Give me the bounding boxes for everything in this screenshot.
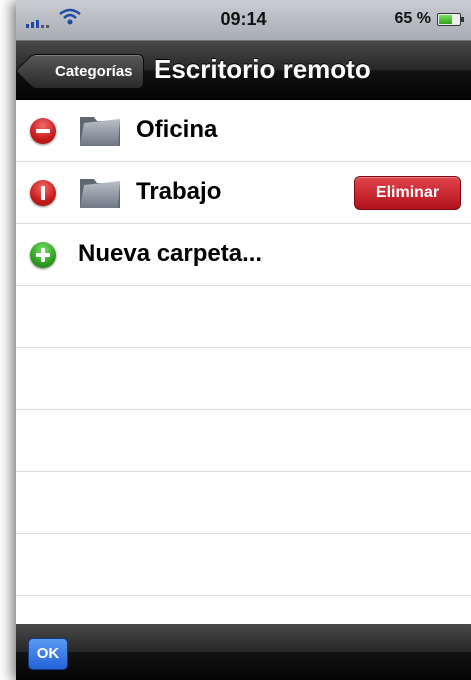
- bottom-toolbar: OK: [16, 624, 471, 680]
- back-button-label: Categorías: [55, 63, 133, 80]
- battery-percent: 65 %: [394, 10, 431, 27]
- status-bar: 09:14 65 %: [16, 0, 471, 41]
- empty-row: [16, 286, 471, 348]
- list-item-label: Trabajo: [136, 178, 222, 205]
- list-item-trabajo[interactable]: Trabajo Eliminar: [16, 162, 471, 224]
- eliminar-button[interactable]: Eliminar: [354, 176, 461, 210]
- empty-row: [16, 534, 471, 596]
- battery-icon: [437, 13, 464, 26]
- delete-confirm-icon[interactable]: [30, 180, 56, 206]
- empty-row: [16, 410, 471, 472]
- page-title: Escritorio remoto: [154, 54, 371, 84]
- navigation-bar: Categorías Escritorio remoto: [16, 41, 471, 100]
- insert-plus-icon[interactable]: [30, 242, 56, 268]
- ok-button[interactable]: OK: [28, 638, 68, 670]
- empty-row: [16, 472, 471, 534]
- back-button-categorias[interactable]: Categorías: [30, 54, 144, 89]
- folder-list: Oficina Trabajo Eliminar Nueva carpeta..…: [16, 100, 471, 596]
- list-item-oficina[interactable]: Oficina: [16, 100, 471, 162]
- delete-minus-icon[interactable]: [30, 118, 56, 144]
- folder-icon: [80, 117, 120, 146]
- folder-icon: [80, 179, 120, 208]
- phone-screen: 09:14 65 % Categorías Escritorio remoto: [16, 0, 471, 680]
- list-item-label: Oficina: [136, 116, 218, 143]
- empty-row: [16, 348, 471, 410]
- list-item-nueva-carpeta[interactable]: Nueva carpeta...: [16, 224, 471, 286]
- list-item-label: Nueva carpeta...: [78, 240, 263, 267]
